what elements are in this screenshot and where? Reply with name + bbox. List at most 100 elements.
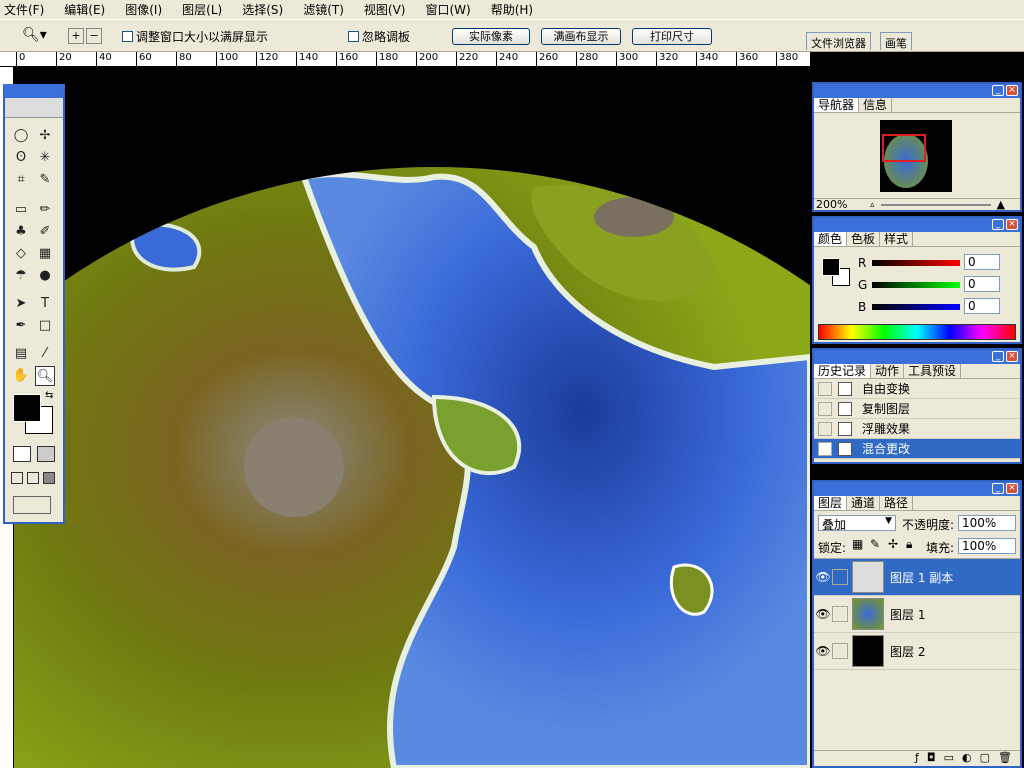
color-titlebar[interactable]: _ × [814,218,1020,232]
print-size-button[interactable]: 打印尺寸 [632,28,712,45]
tab-paths[interactable]: 路径 [880,496,914,510]
zoom-in-icon[interactable]: + [68,28,84,44]
tab-layers[interactable]: 图层 [814,496,848,510]
minimize-icon[interactable]: _ [992,85,1004,96]
screen-mode-full-menu-icon[interactable] [27,472,39,484]
pen-tool-icon[interactable]: ✒ [11,316,31,336]
lock-transparency-icon[interactable]: ▦ [852,537,863,551]
fill-input[interactable]: 100% [958,538,1016,554]
new-layer-icon[interactable]: ▢ [980,751,990,766]
eyedropper-icon[interactable]: ⁄ [35,344,55,364]
eye-icon[interactable]: 👁︎ [814,570,832,584]
history-item[interactable]: 浮雕效果 [814,419,1020,439]
brushes-tab[interactable]: 画笔 [880,32,912,50]
trash-icon[interactable]: 🗑︎ [998,751,1012,766]
link-icon[interactable] [832,643,848,659]
history-item[interactable]: 复制图层 [814,399,1020,419]
crop-tool-icon[interactable]: ⌗ [11,170,31,190]
minimize-icon[interactable]: _ [992,483,1004,494]
tab-styles[interactable]: 样式 [880,232,914,246]
close-icon[interactable]: × [1006,219,1018,230]
adjustment-layer-icon[interactable]: ◐ [962,751,972,766]
actual-pixels-button[interactable]: 实际像素 [452,28,530,45]
tab-swatches[interactable]: 色板 [847,232,881,246]
blend-mode-select[interactable]: 叠加 ▼ [818,515,896,532]
brush-tool-icon[interactable]: ✏ [35,200,55,220]
hand-tool-icon[interactable]: ✋ [11,366,31,386]
type-tool-icon[interactable]: T [35,294,55,314]
swap-colors-icon[interactable]: ⇆ [45,390,53,401]
document-canvas[interactable] [14,67,810,768]
fit-screen-button[interactable]: 满画布显示 [541,28,621,45]
link-icon[interactable] [832,606,848,622]
close-icon[interactable]: × [1006,483,1018,494]
b-input[interactable]: 0 [964,298,1000,314]
b-slider[interactable] [872,304,960,310]
zoom-out-mountain-icon[interactable]: ▵ [870,200,875,210]
path-select-icon[interactable]: ➤ [11,294,31,314]
minimize-icon[interactable]: _ [992,219,1004,230]
layer-style-icon[interactable]: ƒ [915,751,919,766]
menu-view[interactable]: 视图(V) [364,1,406,18]
layers-titlebar[interactable]: _ × [814,482,1020,496]
brush-link-icon[interactable] [832,569,848,585]
tab-navigator[interactable]: 导航器 [814,98,860,112]
g-input[interactable]: 0 [964,276,1000,292]
navigator-titlebar[interactable]: _ × [814,84,1020,98]
tab-channels[interactable]: 通道 [847,496,881,510]
screen-mode-full-icon[interactable] [43,472,55,484]
eye-icon[interactable]: 👁︎ [814,644,832,658]
layer-row[interactable]: 👁︎ 图层 2 [814,633,1020,670]
tab-info[interactable]: 信息 [859,98,893,112]
gradient-tool-icon[interactable]: ▦ [35,244,55,264]
ignore-palettes-option[interactable]: 忽略调板 [348,28,410,45]
r-slider[interactable] [872,260,960,266]
history-titlebar[interactable]: _ × [814,350,1020,364]
toolbox-header[interactable] [5,98,63,118]
layer-mask-icon[interactable]: ◘ [927,751,936,766]
menu-file[interactable]: 文件(F) [4,1,44,18]
menu-help[interactable]: 帮助(H) [491,1,533,18]
new-group-icon[interactable]: ▭ [944,751,954,766]
lock-image-icon[interactable]: ✎ [870,537,880,551]
menu-filter[interactable]: 滤镜(T) [303,1,344,18]
slice-tool-icon[interactable]: ✎ [35,170,55,190]
eraser-tool-icon[interactable]: ◇ [11,244,31,264]
tab-tool-presets[interactable]: 工具预设 [904,364,962,378]
menu-layer[interactable]: 图层(L) [182,1,222,18]
zoom-in-mountain-icon[interactable]: ▲ [997,198,1005,211]
menu-image[interactable]: 图像(I) [125,1,162,18]
foreground-color-swatch[interactable] [13,394,41,422]
screen-mode-standard-icon[interactable] [11,472,23,484]
shape-tool-icon[interactable]: □ [35,316,55,336]
healing-brush-icon[interactable]: ▭ [11,200,31,220]
eye-icon[interactable]: 👁︎ [814,607,832,621]
layer-row[interactable]: 👁︎ 图层 1 副本 [814,559,1020,596]
quick-mask-standard-icon[interactable] [13,446,31,462]
notes-tool-icon[interactable]: ▤ [11,344,31,364]
r-input[interactable]: 0 [964,254,1000,270]
jump-to-imageready-icon[interactable] [13,496,51,514]
stamp-tool-icon[interactable]: ♣ [11,222,31,242]
zoom-level[interactable]: 200% [814,198,870,211]
magic-wand-icon[interactable]: ✳ [35,148,55,168]
marquee-tool-icon[interactable]: ◯ [11,126,31,146]
dodge-tool-icon[interactable]: ● [35,266,55,286]
file-browser-tab[interactable]: 文件浏览器 [806,32,871,50]
zoom-tool-selected-icon[interactable]: 🔍︎ [35,366,55,386]
blur-tool-icon[interactable]: ☂ [11,266,31,286]
lasso-tool-icon[interactable]: ʘ [11,148,31,168]
tab-color[interactable]: 颜色 [814,232,848,246]
view-box[interactable] [882,134,926,162]
history-item-selected[interactable]: 混合更改 [814,439,1020,459]
minimize-icon[interactable]: _ [992,351,1004,362]
color-spectrum-ramp[interactable] [818,324,1016,340]
quick-mask-icon[interactable] [37,446,55,462]
g-slider[interactable] [872,282,960,288]
zoom-out-icon[interactable]: − [86,28,102,44]
move-tool-icon[interactable]: ✢ [35,126,55,146]
opacity-input[interactable]: 100% [958,515,1016,531]
history-brush-icon[interactable]: ✐ [35,222,55,242]
lock-all-icon[interactable]: 🔒︎ [906,537,912,552]
lock-position-icon[interactable]: ✢ [888,537,898,551]
